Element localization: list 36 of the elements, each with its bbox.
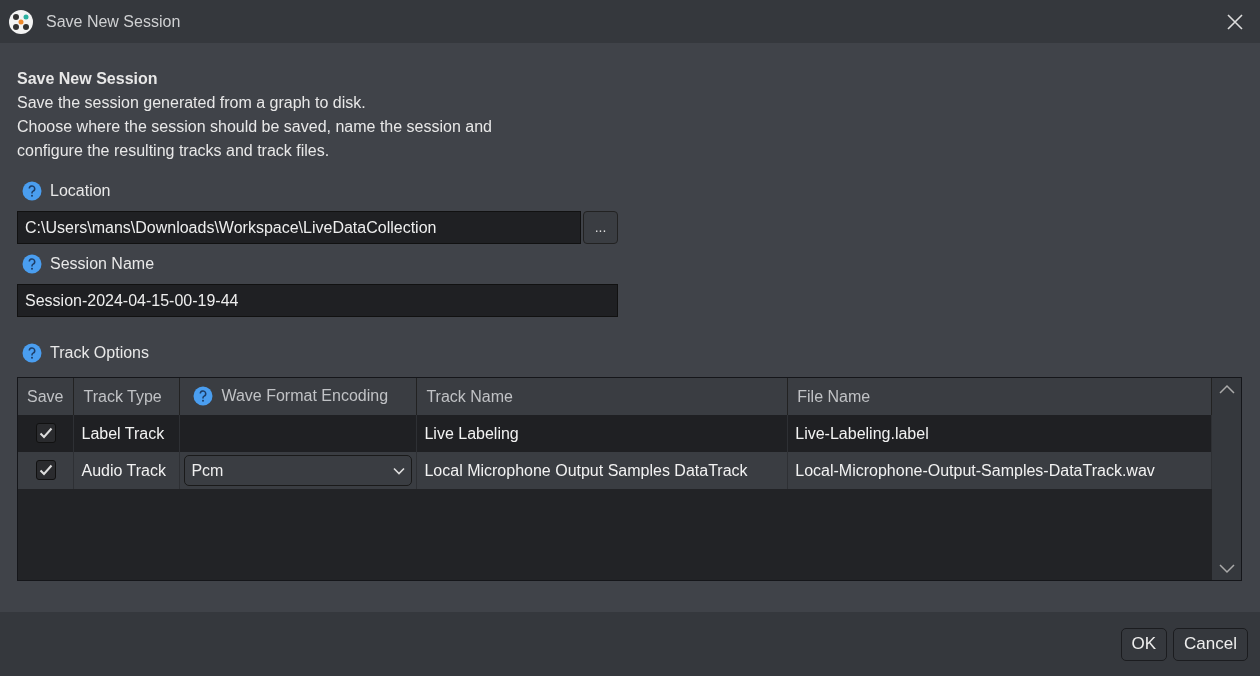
description-text: Save the session generated from a graph to disk. [17,93,367,113]
field-label: Session Name [50,254,155,274]
table-cell: Live Labeling [416,415,788,452]
app-icon [8,8,34,35]
table-cell: Label Track [74,415,180,452]
column-label: Wave Format Encoding [221,386,389,406]
scroll-up-icon[interactable] [1218,384,1235,394]
field-label: Track Options [50,343,149,363]
location-field[interactable]: C:\Users\mans\Downloads\Workspace\LiveDataCollection [17,211,581,244]
help-icon[interactable] [193,386,214,406]
save-checkbox[interactable] [35,422,56,443]
column-header: File Name [787,378,1212,415]
help-icon[interactable] [22,343,42,363]
save-checkbox[interactable] [35,459,56,480]
session-name-field[interactable]: Session-2024-04-15-00-19-44 [17,284,618,317]
table-cell: Local Microphone Output Samples DataTrack [416,452,788,489]
column-header: Save [18,378,74,415]
caret-icon [393,466,406,475]
scroll-down-icon[interactable] [1218,564,1235,574]
browse-button[interactable]: ... [583,211,618,244]
column-header: Track Type [74,378,180,415]
field-label: Location [50,181,111,201]
dialog-heading: Save New Session [17,69,159,89]
description-text: configure the resulting tracks and track files. [17,141,331,161]
help-icon[interactable] [22,181,42,201]
table-cell: Local-Microphone-Output-Samples-DataTrack.wav [787,452,1212,489]
help-icon[interactable] [22,254,42,274]
dialog-button[interactable]: Cancel [1173,627,1248,661]
description-text: Choose where the session should be saved, name the session and [17,117,493,137]
table-cell: Audio Track [74,452,180,489]
close-icon[interactable] [1226,12,1244,31]
dialog-button[interactable]: OK [1120,627,1168,661]
table-cell: Live-Labeling.label [787,415,1212,452]
column-header: Track Name [416,378,788,415]
encoding-dropdown[interactable]: Pcm [184,455,413,486]
window-title: Save New Session [46,11,181,32]
